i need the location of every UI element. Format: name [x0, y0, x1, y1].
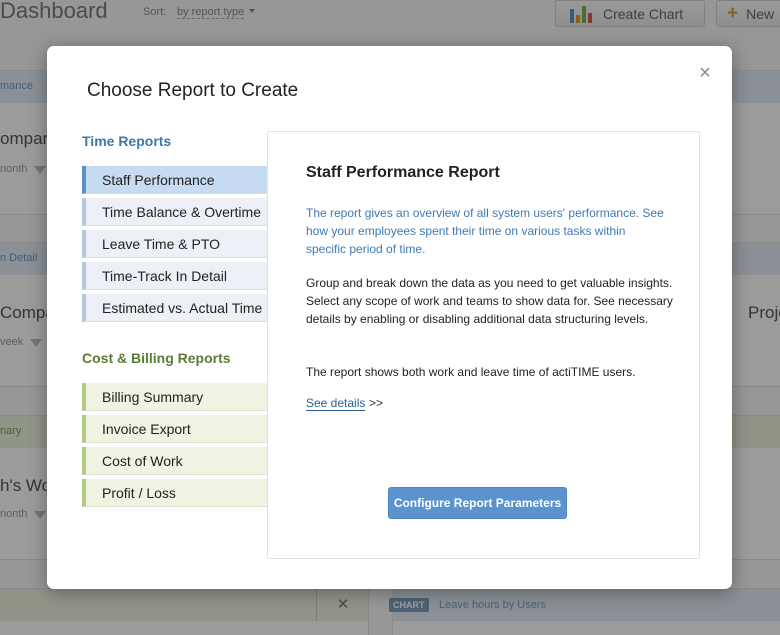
cost-billing-reports-heading: Cost & Billing Reports — [82, 350, 231, 366]
report-detail-title: Staff Performance Report — [306, 164, 500, 181]
choose-report-dialog: Choose Report to Create × Time Reports S… — [47, 46, 732, 589]
see-details-arrows: >> — [369, 396, 384, 410]
report-item-cost-of-work[interactable]: Cost of Work — [82, 447, 268, 475]
report-detail-description: Group and break down the data as you nee… — [306, 276, 673, 326]
report-item-staff-performance[interactable]: Staff Performance — [82, 166, 268, 194]
report-item-leave-time[interactable]: Leave Time & PTO — [82, 230, 268, 258]
time-reports-heading: Time Reports — [82, 133, 172, 149]
report-item-time-balance[interactable]: Time Balance & Overtime — [82, 198, 268, 226]
report-detail-lead: The report gives an overview of all syst… — [306, 206, 664, 256]
report-detail-panel: Staff Performance Report The report give… — [267, 131, 700, 559]
close-icon[interactable]: × — [696, 63, 714, 83]
configure-report-button[interactable]: Configure Report Parameters — [388, 487, 567, 519]
report-item-time-track[interactable]: Time-Track In Detail — [82, 262, 268, 290]
report-item-billing-summary[interactable]: Billing Summary — [82, 383, 268, 411]
report-detail-note: The report shows both work and leave tim… — [306, 365, 636, 379]
report-item-profit-loss[interactable]: Profit / Loss — [82, 479, 268, 507]
report-item-estimated-vs-actual[interactable]: Estimated vs. Actual Time — [82, 294, 268, 322]
report-item-invoice-export[interactable]: Invoice Export — [82, 415, 268, 443]
see-details-link[interactable]: See details — [306, 396, 366, 411]
dialog-title: Choose Report to Create — [87, 80, 299, 101]
